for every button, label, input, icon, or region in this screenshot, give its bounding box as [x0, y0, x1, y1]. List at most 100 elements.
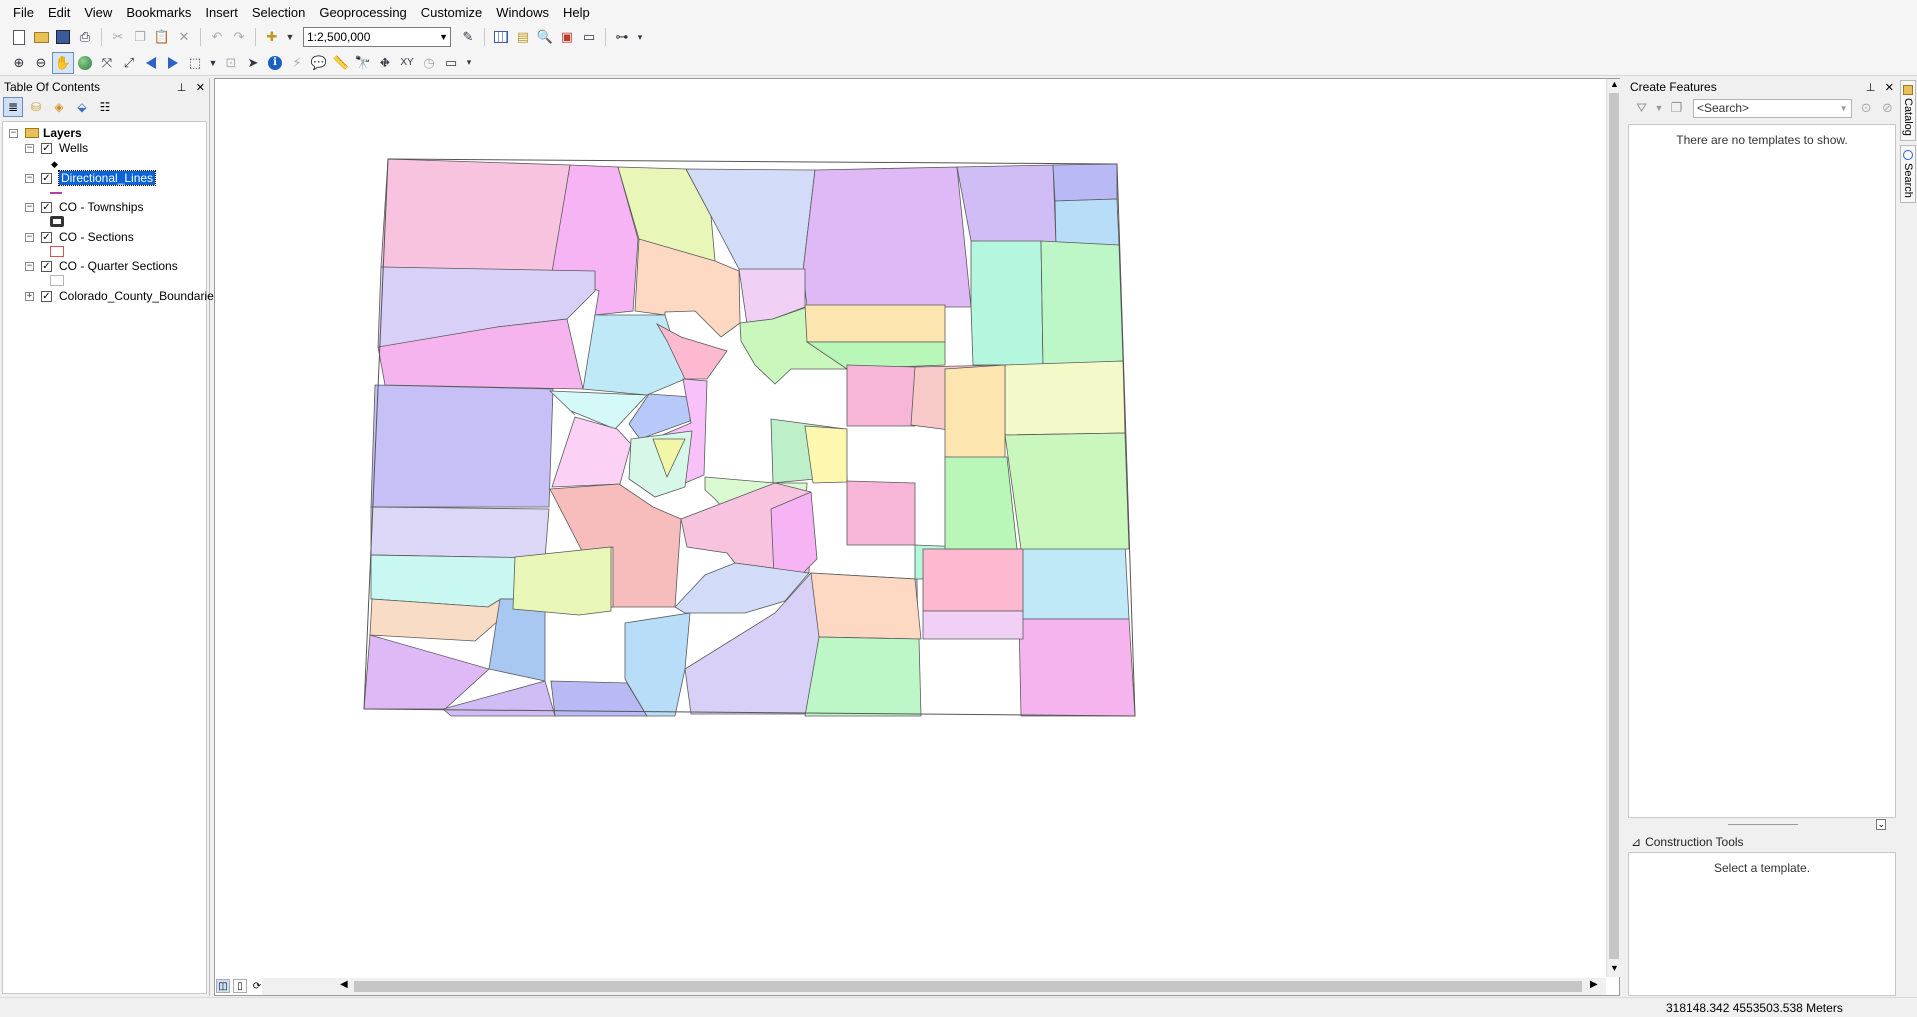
python-window-icon[interactable]: ▭ — [578, 26, 600, 48]
redo-icon[interactable]: ↷ — [228, 26, 250, 48]
layer-visibility-checkbox[interactable]: ✓ — [41, 201, 52, 213]
county-polygon[interactable] — [922, 548, 1024, 612]
model-builder-icon[interactable]: ⊶ — [611, 26, 633, 48]
menu-edit[interactable]: Edit — [41, 3, 77, 22]
list-by-source-icon[interactable]: ⛁ — [26, 97, 46, 117]
find-icon[interactable]: 🔭 — [352, 52, 374, 74]
county-polygon[interactable] — [1052, 163, 1118, 202]
county-polygon[interactable] — [380, 158, 571, 273]
county-polygon[interactable] — [922, 610, 1024, 640]
county-polygon[interactable] — [551, 416, 632, 488]
pan-icon[interactable]: ✋ — [52, 51, 74, 74]
layer-row-co-sections[interactable]: − ✓ CO - Sections — [25, 229, 134, 245]
clear-selection-icon[interactable]: ⊡ — [220, 52, 242, 74]
find-route-icon[interactable]: ⛖ — [374, 52, 396, 74]
county-polygon[interactable] — [512, 546, 612, 616]
chevron-down-icon[interactable]: ▼ — [1840, 104, 1848, 113]
map-view[interactable] — [214, 78, 1620, 996]
construction-tools-list[interactable]: Select a template. — [1628, 852, 1896, 996]
menu-file[interactable]: File — [6, 3, 41, 22]
layer-name[interactable]: CO - Quarter Sections — [59, 259, 178, 273]
search-window-icon[interactable]: 🔍 — [534, 26, 556, 48]
layer-name[interactable]: Directional_Lines — [57, 170, 157, 186]
splitter-grip[interactable] — [1728, 824, 1798, 825]
collapse-icon[interactable]: − — [25, 232, 34, 242]
add-data-dropdown-icon[interactable]: ▼ — [283, 26, 297, 48]
collapse-icon[interactable]: − — [9, 128, 18, 138]
scroll-right-icon[interactable]: ▶ — [1590, 979, 1598, 990]
html-popup-icon[interactable]: 💬 — [308, 52, 330, 74]
county-polygon[interactable] — [846, 480, 916, 546]
select-features-icon[interactable]: ⬚ — [184, 52, 206, 74]
layer-visibility-checkbox[interactable]: ✓ — [41, 290, 52, 302]
county-polygon[interactable] — [956, 164, 1057, 246]
new-document-icon[interactable] — [8, 26, 30, 48]
template-search-input[interactable]: <Search> ▼ — [1692, 98, 1852, 118]
layers-root[interactable]: − Layers — [9, 125, 82, 141]
layer-row-co-quarter-sections[interactable]: − ✓ CO - Quarter Sections — [25, 258, 178, 274]
collapse-icon[interactable]: − — [25, 173, 34, 183]
menu-selection[interactable]: Selection — [245, 3, 312, 22]
layer-row-directional-lines[interactable]: − ✓ Directional_Lines — [25, 170, 157, 186]
layer-name[interactable]: Wells — [59, 141, 88, 155]
undo-icon[interactable]: ↶ — [206, 26, 228, 48]
county-polygon[interactable] — [1004, 360, 1126, 436]
menu-customize[interactable]: Customize — [414, 3, 489, 22]
select-elements-icon[interactable]: ➤ — [242, 52, 264, 74]
expand-icon[interactable]: + — [25, 291, 34, 301]
print-icon[interactable]: ⎙ — [74, 26, 96, 48]
scroll-up-icon[interactable]: ▲ — [1610, 79, 1619, 89]
collapse-icon[interactable]: − — [25, 143, 34, 153]
save-icon[interactable] — [52, 26, 74, 48]
layer-row-co-townships[interactable]: − ✓ CO - Townships — [25, 199, 143, 215]
zoom-in-icon[interactable]: ⊕ — [8, 52, 30, 74]
full-extent-icon[interactable] — [74, 52, 96, 74]
options-icon[interactable]: ☷ — [95, 97, 115, 117]
county-polygon[interactable] — [1018, 618, 1136, 717]
arctoolbox-icon[interactable]: ▣ — [556, 26, 578, 48]
menu-help[interactable]: Help — [556, 3, 597, 22]
list-by-drawing-order-icon[interactable]: ≣ — [3, 97, 23, 117]
close-icon[interactable]: ✕ — [196, 82, 205, 94]
paste-icon[interactable]: 📋 — [151, 26, 173, 48]
organize-templates-icon[interactable]: ❐ — [1666, 97, 1687, 119]
layer-name[interactable]: CO - Townships — [59, 200, 143, 214]
open-folder-icon[interactable] — [30, 26, 52, 48]
chevron-down-icon[interactable]: ▼ — [439, 32, 448, 42]
county-polygon[interactable] — [582, 314, 686, 396]
scroll-thumb[interactable] — [1609, 93, 1619, 959]
map-horizontal-scrollbar[interactable]: ◀ ▶ — [262, 978, 1606, 995]
delete-icon[interactable]: ✕ — [173, 26, 195, 48]
hyperlink-icon[interactable]: ⚡ — [286, 52, 308, 74]
toolbar-options-icon[interactable]: ▾ — [462, 52, 476, 74]
county-polygon[interactable] — [802, 166, 972, 308]
data-view-icon[interactable]: ◫ — [216, 979, 230, 993]
forward-extent-icon[interactable] — [162, 52, 184, 74]
layer-row-wells[interactable]: − ✓ Wells — [25, 140, 88, 156]
toolbar-options-icon[interactable]: ▾ — [633, 26, 647, 48]
go-to-xy-icon[interactable]: XY — [396, 52, 418, 74]
panel-splitter[interactable]: ⌄ — [1628, 819, 1896, 830]
county-polygon[interactable] — [1004, 432, 1130, 550]
county-polygon[interactable] — [1040, 240, 1124, 366]
layer-visibility-checkbox[interactable]: ✓ — [41, 172, 52, 184]
fixed-zoom-out-icon[interactable]: ⤢ — [118, 52, 140, 74]
select-dropdown-icon[interactable]: ▼ — [206, 52, 220, 74]
measure-icon[interactable]: 📏 — [330, 52, 352, 74]
back-extent-icon[interactable] — [140, 52, 162, 74]
county-polygon[interactable] — [363, 634, 490, 710]
editor-toolbar-icon[interactable]: ✎ — [457, 26, 479, 48]
copy-icon[interactable]: ❐ — [129, 26, 151, 48]
map-scale-combo[interactable]: 1:2,500,000 ▼ — [303, 27, 451, 47]
table-of-contents-icon[interactable] — [490, 26, 512, 48]
menu-windows[interactable]: Windows — [489, 3, 556, 22]
pin-icon[interactable]: ⊥ — [1866, 82, 1876, 94]
map-vertical-scrollbar[interactable]: ▲ ▼ — [1606, 79, 1620, 977]
close-icon[interactable]: ✕ — [1885, 82, 1894, 94]
county-polygon[interactable] — [370, 384, 554, 508]
fixed-zoom-in-icon[interactable]: ⤧ — [96, 52, 118, 74]
search-icon[interactable]: ⊙ — [1856, 97, 1877, 119]
templates-list[interactable]: There are no templates to show. — [1628, 124, 1896, 818]
add-data-icon[interactable]: ✚ — [261, 26, 283, 48]
layer-visibility-checkbox[interactable]: ✓ — [41, 260, 52, 272]
